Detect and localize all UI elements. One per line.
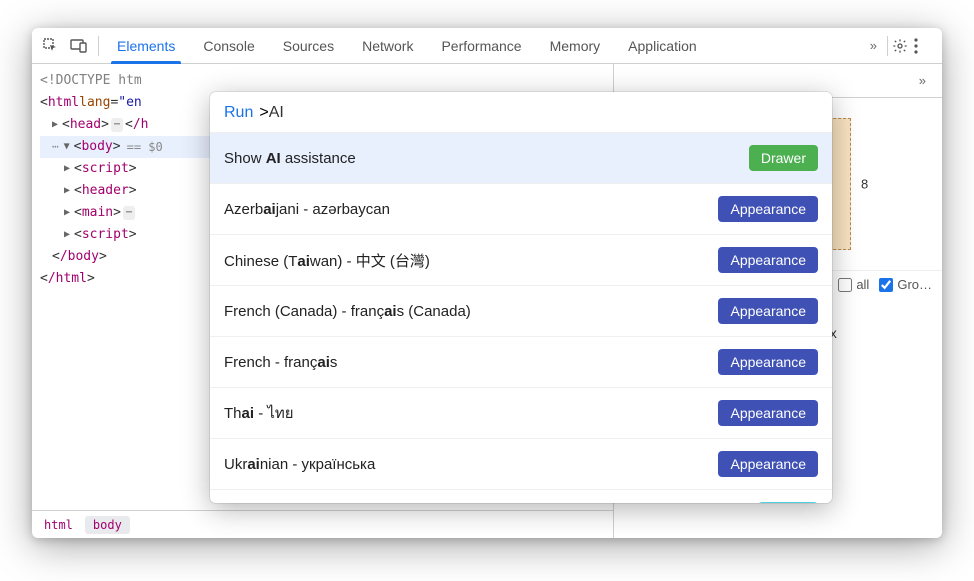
- dom-tag: script: [82, 158, 129, 180]
- command-menu-item[interactable]: Ukrainian - українська Appearance: [210, 439, 832, 490]
- command-item-badge: Appearance: [718, 196, 818, 222]
- command-menu-item[interactable]: Azerbaijani - azərbaycan Appearance: [210, 184, 832, 235]
- command-item-badge: Appearance: [718, 451, 818, 477]
- command-run-label: Run: [224, 104, 253, 122]
- row-actions-icon[interactable]: ⋯: [52, 136, 60, 158]
- panel-tabs: ElementsConsoleSourcesNetworkPerformance…: [103, 28, 864, 64]
- command-menu-item[interactable]: Show AI assistance Drawer: [210, 133, 832, 184]
- collapse-icon[interactable]: ▼: [64, 136, 74, 158]
- command-item-label: French - français: [224, 354, 337, 371]
- breadcrumb-item[interactable]: body: [85, 516, 130, 534]
- toolbar-divider: [887, 36, 888, 56]
- tab-application[interactable]: Application: [614, 28, 711, 64]
- dom-tag: body: [81, 136, 112, 158]
- collapsed-icon[interactable]: ⋯: [123, 206, 135, 220]
- command-item-badge: Drawer: [749, 145, 818, 171]
- command-item-badge: Appearance: [718, 247, 818, 273]
- command-item-badge: Panel: [758, 502, 818, 503]
- command-item-label: Thai - ไทย: [224, 401, 294, 425]
- command-item-label: Ukrainian - українська: [224, 456, 375, 473]
- dom-tag: head: [70, 114, 101, 136]
- tabs-overflow-icon[interactable]: »: [864, 38, 883, 53]
- dom-tag: main: [82, 202, 113, 224]
- expand-icon[interactable]: ▶: [64, 202, 74, 224]
- dom-attr: lang: [79, 92, 110, 114]
- command-menu-item[interactable]: French - français Appearance: [210, 337, 832, 388]
- devtools-window: ElementsConsoleSourcesNetworkPerformance…: [32, 28, 942, 538]
- show-all-label: all: [856, 277, 869, 292]
- command-menu-item[interactable]: Thai - ไทย Appearance: [210, 388, 832, 439]
- tab-sources[interactable]: Sources: [269, 28, 348, 64]
- box-model-value: 8: [861, 177, 868, 192]
- command-item-badge: Appearance: [718, 349, 818, 375]
- dom-tag: header: [82, 180, 129, 202]
- settings-icon[interactable]: [892, 38, 914, 54]
- command-item-badge: Appearance: [718, 298, 818, 324]
- command-menu-item[interactable]: Chinese (Taiwan) - 中文 (台灣) Appearance: [210, 235, 832, 286]
- selected-marker: == $0: [127, 136, 163, 158]
- dom-val: "en: [118, 92, 141, 114]
- show-all-checkbox[interactable]: all: [838, 277, 869, 292]
- command-input[interactable]: [269, 104, 818, 122]
- dom-doctype: <!DOCTYPE htm: [40, 70, 142, 92]
- command-item-label: Show AI assistance: [224, 150, 356, 167]
- command-menu-header: Run >: [210, 92, 832, 133]
- command-menu-item[interactable]: French (Canada) - français (Canada) Appea…: [210, 286, 832, 337]
- dom-tag: /body: [60, 246, 99, 268]
- dom-tag: html: [48, 92, 79, 114]
- command-menu: Run > Show AI assistance Drawer Azerbaijan…: [210, 92, 832, 503]
- command-item-label: French (Canada) - français (Canada): [224, 303, 471, 320]
- expand-icon[interactable]: ▶: [64, 158, 74, 180]
- command-menu-item[interactable]: Show ApplicationPanel: [210, 490, 832, 503]
- group-label: Gro…: [897, 277, 932, 292]
- command-item-label: Azerbaijani - azərbaycan: [224, 201, 390, 218]
- dom-tag: /html: [48, 268, 87, 290]
- expand-icon[interactable]: ▶: [52, 114, 62, 136]
- breadcrumb-item[interactable]: html: [36, 516, 81, 534]
- more-options-icon[interactable]: [914, 38, 936, 54]
- tab-network[interactable]: Network: [348, 28, 427, 64]
- expand-icon[interactable]: ▶: [64, 224, 74, 246]
- collapsed-icon[interactable]: ⋯: [111, 118, 123, 132]
- tab-performance[interactable]: Performance: [427, 28, 535, 64]
- command-item-badge: Appearance: [718, 400, 818, 426]
- command-query-prefix: >: [259, 104, 268, 122]
- tab-elements[interactable]: Elements: [103, 28, 189, 64]
- tab-memory[interactable]: Memory: [536, 28, 615, 64]
- toolbar-divider: [98, 36, 99, 56]
- sidebar-overflow-icon[interactable]: »: [913, 73, 932, 88]
- command-menu-list[interactable]: Show AI assistance Drawer Azerbaijani - az…: [210, 133, 832, 503]
- dom-breadcrumb: htmlbody: [32, 510, 613, 538]
- group-checkbox[interactable]: Gro…: [879, 277, 932, 292]
- main-toolbar: ElementsConsoleSourcesNetworkPerformance…: [32, 28, 942, 64]
- dom-tag: /h: [133, 114, 149, 136]
- dom-tag: script: [82, 224, 129, 246]
- command-item-label: Chinese (Taiwan) - 中文 (台灣): [224, 250, 430, 271]
- device-toolbar-icon[interactable]: [66, 33, 92, 59]
- tab-console[interactable]: Console: [189, 28, 268, 64]
- expand-icon[interactable]: ▶: [64, 180, 74, 202]
- inspect-element-icon[interactable]: [38, 33, 64, 59]
